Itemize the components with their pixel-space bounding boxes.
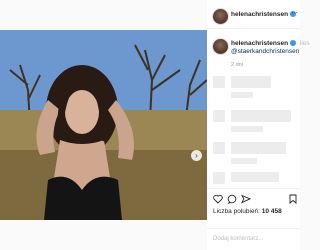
header-divider: [207, 28, 300, 29]
likes-label: Liczba polubień:: [213, 208, 260, 215]
likes-count[interactable]: Liczba polubień: 10 458: [213, 208, 282, 215]
comment-avatar-blur: [213, 76, 225, 88]
caption-mention-link[interactable]: @staerkandchristensen: [231, 48, 299, 55]
bookmark-icon[interactable]: [289, 194, 297, 204]
comment-text-blur: [231, 76, 271, 88]
instagram-post: › helenachristensen … helenachristensen …: [0, 0, 310, 250]
comment-meta-blur: [231, 158, 257, 164]
likes-number: 10 458: [261, 208, 282, 215]
avatar[interactable]: [212, 8, 229, 25]
comment-icon[interactable]: [227, 194, 237, 204]
comment-text-blur: [231, 172, 279, 182]
photo-illustration: [0, 30, 207, 220]
comment-meta-blur: [231, 126, 263, 132]
caption-username-text[interactable]: helenachristensen: [231, 40, 288, 47]
comment-avatar-blur: [213, 142, 225, 154]
carousel-next-button[interactable]: ›: [191, 150, 202, 161]
comment-avatar-blur: [213, 172, 225, 184]
post-sidebar: helenachristensen … helenachristensen li…: [207, 0, 310, 250]
post-photo[interactable]: ›: [0, 30, 207, 220]
comment-text-blur: [231, 142, 286, 154]
comment-text-blur: [231, 110, 291, 122]
comment-avatar-blur: [213, 110, 225, 122]
more-options-icon[interactable]: …: [291, 8, 298, 15]
share-icon[interactable]: [241, 194, 251, 204]
comment-input-divider: [207, 228, 300, 229]
chevron-right-icon: ›: [195, 151, 198, 160]
add-comment-input[interactable]: Dodaj komentarz...: [213, 236, 263, 242]
caption-timestamp: 2 dni: [231, 62, 243, 68]
caption-verified-icon: [290, 40, 297, 47]
heart-icon[interactable]: [213, 194, 223, 204]
caption-username[interactable]: helenachristensen lies: [231, 40, 310, 47]
username-text[interactable]: helenachristensen: [231, 11, 288, 18]
post-top-area: [0, 0, 207, 30]
caption-text: lies: [299, 40, 310, 47]
username-header[interactable]: helenachristensen: [231, 11, 297, 18]
comment-meta-blur: [231, 92, 253, 98]
caption-avatar[interactable]: [212, 38, 229, 55]
actions-divider: [207, 188, 300, 189]
